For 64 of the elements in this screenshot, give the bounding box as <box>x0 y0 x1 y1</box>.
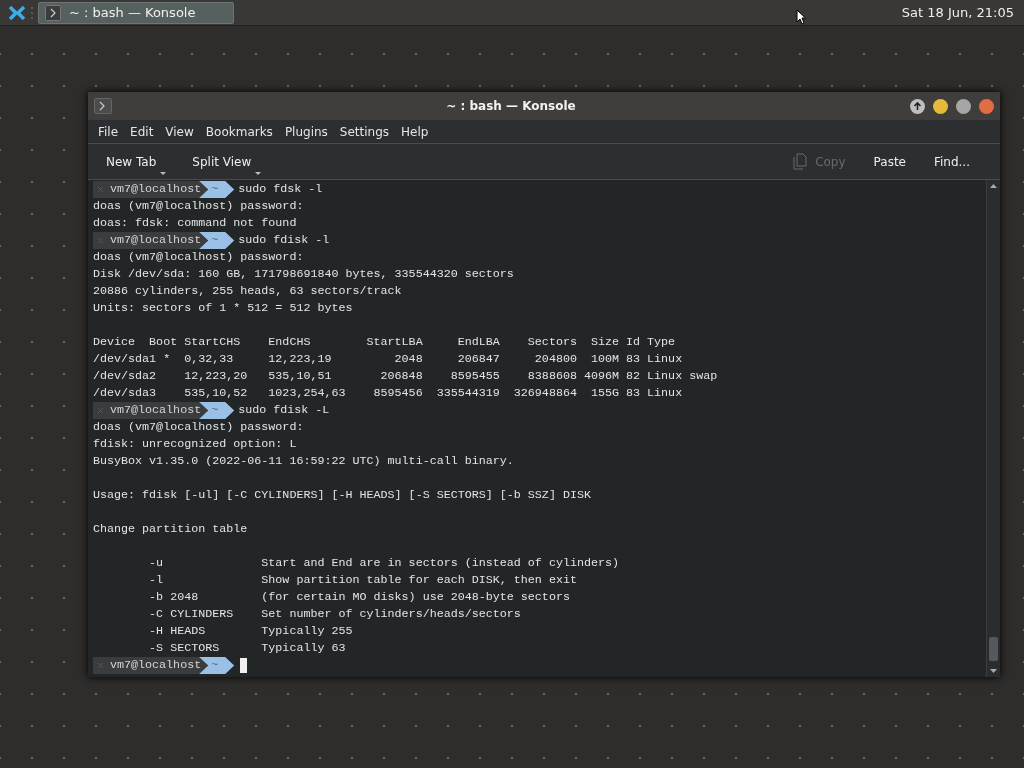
menu-item[interactable]: Help <box>395 120 435 143</box>
output-text: -u Start and End are in sectors (instead of cylinders) <box>148 556 620 570</box>
toolbar-button[interactable]: Find... <box>925 148 978 175</box>
caret-icon <box>160 171 167 175</box>
close-button[interactable] <box>979 98 994 114</box>
output-text: /dev/sda3 535,10,52 1023,254,63 8595456 335544319 326948864 155G 83 Linux <box>93 386 683 400</box>
output-text: /dev/sda2 12,223,20 535,10,51 206848 8595455 8388608 4096M 82 Linux swap <box>93 369 718 383</box>
keep-above-icon[interactable] <box>910 98 925 114</box>
drag-handle-icon[interactable] <box>30 4 34 21</box>
launcher-icon[interactable] <box>8 4 26 21</box>
caret-icon <box>255 171 262 175</box>
clock[interactable]: Sat 18 Jun, 21:05 <box>901 2 1024 23</box>
output-text: -S SECTORS Typically 63 <box>148 641 346 655</box>
terminal-icon <box>45 4 61 21</box>
menu-item[interactable]: Bookmarks <box>199 120 279 143</box>
output-text: -l Show partition table for each DISK, then exit <box>148 573 577 587</box>
toolbar-button[interactable]: Paste <box>865 148 914 175</box>
scrollbar[interactable] <box>986 180 1000 677</box>
prompt-user: vm7@localhost <box>93 181 208 198</box>
window-title: ~ : bash — Konsole <box>446 99 576 113</box>
prompt-directory: ~ <box>199 232 235 249</box>
task-button[interactable]: ~ : bash — Konsole <box>38 1 234 24</box>
output-text: Units: sectors of 1 * 512 = 512 bytes <box>93 301 353 315</box>
menu-item[interactable]: View <box>159 120 200 143</box>
prompt-user: vm7@localhost <box>93 232 208 249</box>
cross-icon <box>97 662 104 669</box>
output-text: doas: fdsk: command not found <box>93 216 297 230</box>
copy-icon <box>793 153 808 170</box>
command-text: sudo fdsk -l <box>238 181 323 198</box>
minimize-button[interactable] <box>933 98 948 114</box>
output-text: Usage: fdisk [-ul] [-C CYLINDERS] [-H HEADS] [-S SECTORS] [-b SSZ] DISK <box>93 488 591 502</box>
output-text: Change partition table <box>93 522 248 536</box>
prompt-user: vm7@localhost <box>93 402 208 419</box>
output-text: /dev/sda1 * 0,32,33 12,223,19 2048 206847 204800 100M 83 Linux <box>93 352 683 366</box>
prompt-directory: ~ <box>199 657 235 674</box>
prompt-directory: ~ <box>199 181 235 198</box>
output-text: doas (vm7@localhost) password: <box>93 199 304 213</box>
toolbar-button[interactable]: Split View <box>184 148 260 175</box>
output-text: -b 2048 (for certain MO disks) use 2048-byte sectors <box>148 590 570 604</box>
cross-icon <box>97 237 104 244</box>
output-text: doas (vm7@localhost) password: <box>93 420 304 434</box>
pointer-icon <box>795 8 806 25</box>
menu-item[interactable]: File <box>92 120 125 143</box>
cross-icon <box>97 407 104 414</box>
toolbar-button[interactable]: New Tab <box>98 148 165 175</box>
output-text: doas (vm7@localhost) password: <box>93 250 304 264</box>
menu-item[interactable]: Edit <box>124 120 160 143</box>
output-text: -C CYLINDERS Set number of cylinders/heads/sectors <box>148 607 521 621</box>
command-text: sudo fdisk -L <box>238 402 330 419</box>
output-text: Device Boot StartCHS EndCHS StartLBA EndLBA Sectors Size Id Type <box>93 335 676 349</box>
terminal-icon <box>94 98 112 114</box>
prompt-directory: ~ <box>199 402 235 419</box>
output-text: Disk /dev/sda: 160 GB, 171798691840 bytes, 335544320 sectors <box>93 267 514 281</box>
maximize-button[interactable] <box>956 98 971 114</box>
output-text: 20886 cylinders, 255 heads, 63 sectors/track <box>93 284 402 298</box>
menu-item[interactable]: Settings <box>333 120 396 143</box>
output-text: fdisk: unrecognized option: L <box>93 437 297 451</box>
command-text: sudo fdisk -l <box>238 232 330 249</box>
prompt-user: vm7@localhost <box>93 657 208 674</box>
output-text: -H HEADS Typically 255 <box>148 624 353 638</box>
cross-icon <box>97 186 104 193</box>
menu-item[interactable]: Plugins <box>278 120 334 143</box>
output-text: BusyBox v1.35.0 (2022-06-11 16:59:22 UTC) multi-call binary. <box>93 454 514 468</box>
scrollbar-thumb[interactable] <box>989 637 998 661</box>
